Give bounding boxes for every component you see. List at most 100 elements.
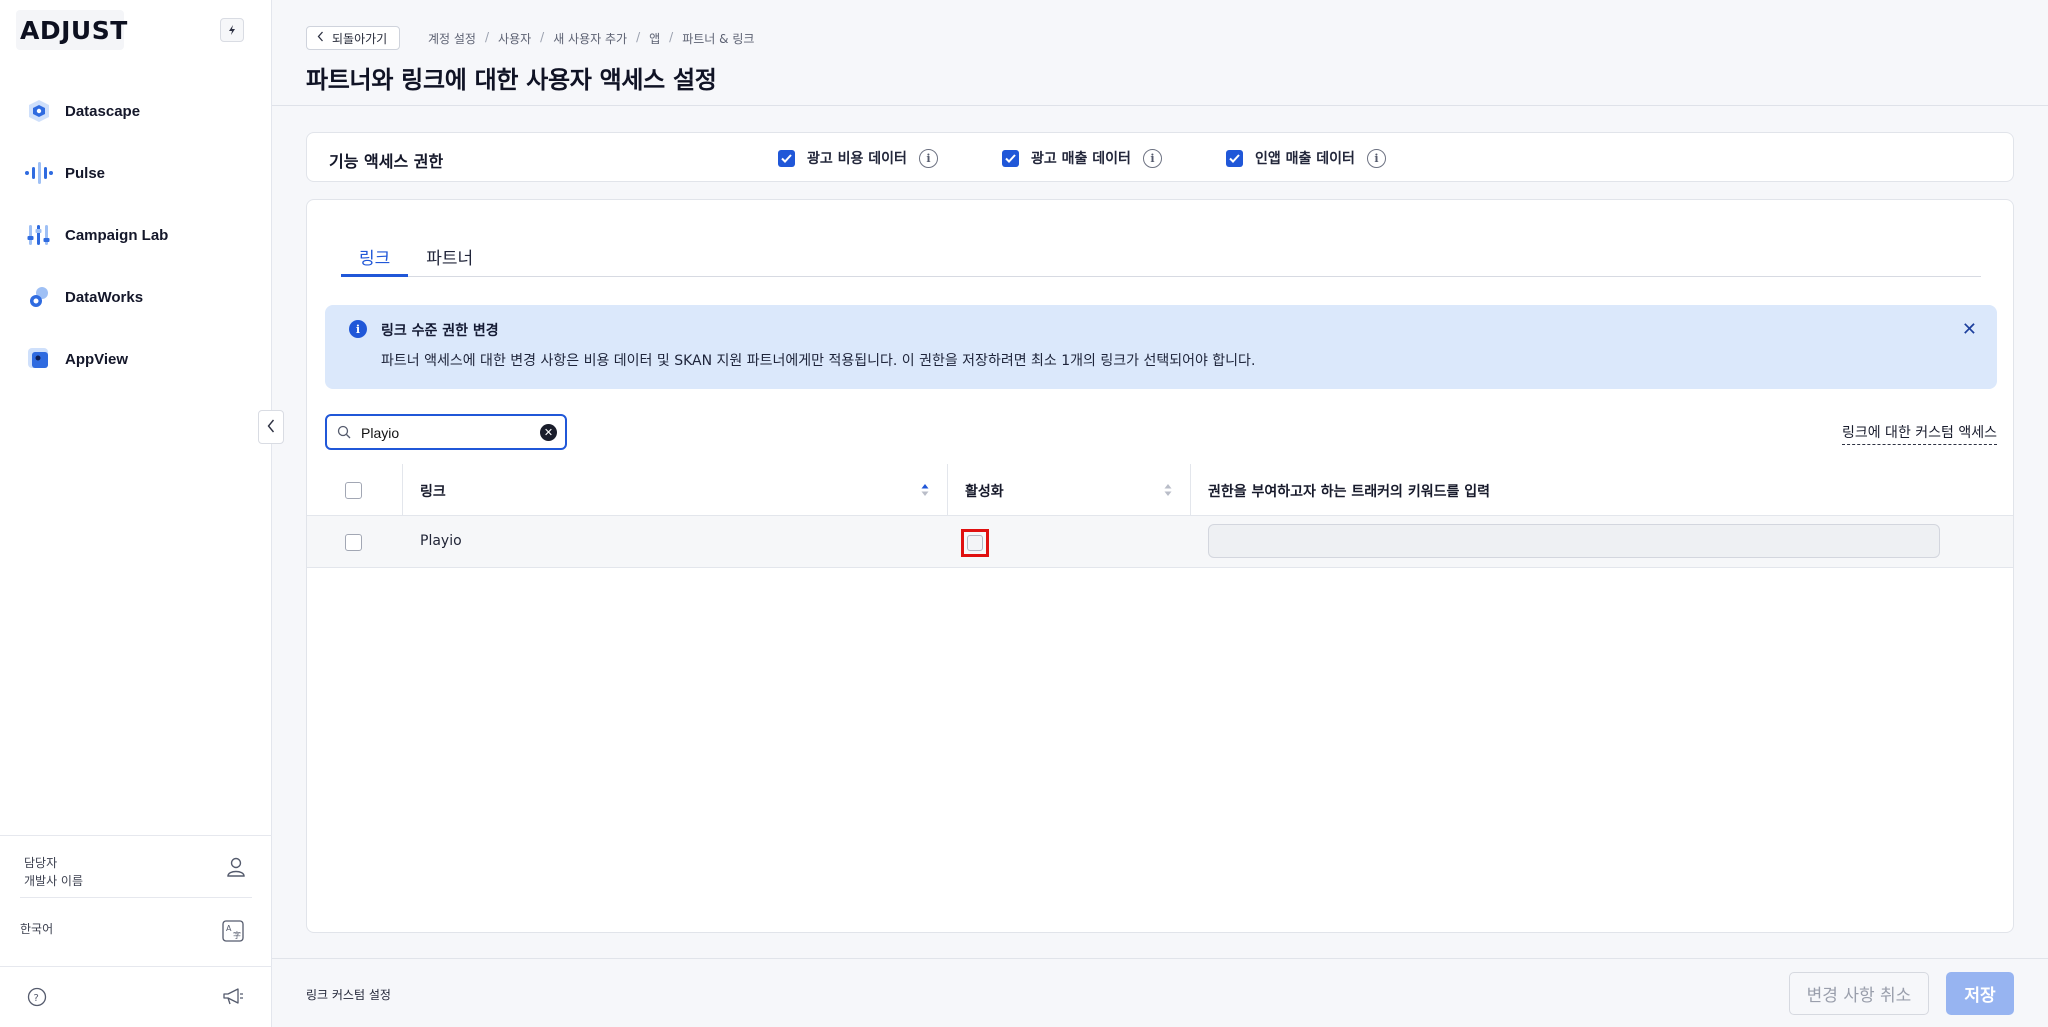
divider bbox=[0, 966, 272, 967]
adjust-logo[interactable]: ADJUST bbox=[16, 10, 127, 50]
svg-text:A: A bbox=[226, 924, 232, 933]
breadcrumb-item[interactable]: 새 사용자 추가 bbox=[553, 30, 627, 47]
column-header-link[interactable]: 링크 bbox=[420, 481, 446, 501]
user-block[interactable]: 담당자 개발사 이름 bbox=[20, 836, 252, 898]
link-name: Playio bbox=[420, 533, 462, 549]
feature-option-label: 인앱 매출 데이터 bbox=[1255, 151, 1355, 167]
close-icon[interactable]: ✕ bbox=[1962, 319, 1977, 340]
sidebar-footer: 담당자 개발사 이름 bbox=[0, 835, 272, 898]
bolt-icon[interactable] bbox=[220, 18, 244, 42]
sidebar-item-label: Datascape bbox=[65, 102, 141, 120]
info-icon: i bbox=[349, 320, 367, 338]
search-input[interactable] bbox=[361, 422, 521, 444]
row-select-checkbox[interactable] bbox=[345, 534, 362, 551]
user-role: 담당자 bbox=[24, 856, 58, 870]
back-button[interactable]: 되돌아가기 bbox=[306, 26, 401, 50]
back-label: 되돌아가기 bbox=[332, 31, 388, 46]
feature-option-inapp-revenue[interactable]: 인앱 매출 데이터 i bbox=[1226, 148, 1386, 168]
dataworks-icon bbox=[24, 282, 54, 312]
user-org: 개발사 이름 bbox=[24, 874, 84, 888]
help-icon[interactable]: ? bbox=[27, 987, 47, 1011]
links-table: 링크 활성화 권한을 부여하고자 하는 트래커의 키워드를 입력 Playio bbox=[307, 464, 2013, 568]
cancel-label: 변경 사항 취소 bbox=[1806, 986, 1912, 1006]
page-footer: 링크 커스텀 설정 변경 사항 취소 저장 bbox=[272, 958, 2048, 1027]
sidebar-nav: Datascape Pulse Campaign Lab DataWorks A… bbox=[24, 80, 254, 390]
tab-bar: 링크 파트너 bbox=[341, 244, 1981, 277]
sort-icon[interactable] bbox=[921, 482, 929, 498]
save-label: 저장 bbox=[1964, 986, 1996, 1006]
link-access-card: 링크 파트너 i 링크 수준 권한 변경 파트너 액세스에 대한 변경 사항은 … bbox=[306, 199, 2014, 933]
feature-option-label: 광고 매출 데이터 bbox=[1031, 151, 1131, 167]
info-icon[interactable]: i bbox=[918, 148, 938, 168]
sidebar: ADJUST Datascape Pulse Campaign Lab Data… bbox=[0, 0, 272, 1027]
column-header-active[interactable]: 활성화 bbox=[965, 481, 1004, 501]
tab-partners[interactable]: 파트너 bbox=[408, 244, 491, 277]
sidebar-item-label: DataWorks bbox=[65, 288, 144, 306]
cancel-button[interactable]: 변경 사항 취소 bbox=[1789, 972, 1929, 1015]
checkbox-checked[interactable] bbox=[778, 149, 795, 167]
footer-label: 링크 커스텀 설정 bbox=[306, 988, 391, 1002]
table-row: Playio bbox=[307, 516, 2013, 568]
breadcrumb-separator: / bbox=[540, 30, 545, 44]
table-header: 링크 활성화 권한을 부여하고자 하는 트래커의 키워드를 입력 bbox=[307, 464, 2013, 516]
feature-option-label: 광고 비용 데이터 bbox=[807, 151, 907, 167]
translate-icon[interactable]: A字 bbox=[222, 920, 244, 946]
sidebar-collapse-button[interactable] bbox=[258, 410, 284, 444]
svg-text:?: ? bbox=[34, 993, 39, 1004]
breadcrumb-item: 파트너 & 링크 bbox=[682, 32, 755, 46]
sidebar-item-datascape[interactable]: Datascape bbox=[24, 80, 254, 142]
svg-text:字: 字 bbox=[233, 930, 241, 940]
checkbox-checked[interactable] bbox=[1226, 149, 1243, 167]
page-title: 파트너와 링크에 대한 사용자 액세스 설정 bbox=[306, 66, 717, 94]
sidebar-item-label: AppView bbox=[65, 350, 129, 368]
select-all-checkbox[interactable] bbox=[345, 482, 362, 499]
language-label[interactable]: 한국어 bbox=[20, 920, 53, 937]
tab-label: 파트너 bbox=[426, 249, 474, 269]
banner-body: 파트너 액세스에 대한 변경 사항은 비용 데이터 및 SKAN 지원 파트너에… bbox=[381, 353, 1256, 369]
breadcrumb: 계정 설정 / 사용자 / 새 사용자 추가 / 앱 / 파트너 & 링크 bbox=[428, 30, 754, 47]
column-header-keywords: 권한을 부여하고자 하는 트래커의 키워드를 입력 bbox=[1208, 484, 1490, 500]
breadcrumb-item[interactable]: 앱 bbox=[649, 30, 660, 47]
campaign-lab-icon bbox=[24, 220, 54, 250]
sidebar-item-appview[interactable]: AppView bbox=[24, 328, 254, 390]
info-icon[interactable]: i bbox=[1366, 148, 1386, 168]
user-icon[interactable] bbox=[226, 856, 246, 882]
sort-icon[interactable] bbox=[1164, 482, 1172, 498]
breadcrumb-item[interactable]: 계정 설정 bbox=[428, 30, 476, 47]
keyword-input[interactable] bbox=[1208, 524, 1940, 558]
search-icon bbox=[337, 424, 351, 443]
sidebar-item-dataworks[interactable]: DataWorks bbox=[24, 266, 254, 328]
active-checkbox-highlight[interactable] bbox=[961, 529, 989, 557]
info-banner: i 링크 수준 권한 변경 파트너 액세스에 대한 변경 사항은 비용 데이터 … bbox=[325, 305, 1997, 389]
breadcrumb-separator: / bbox=[484, 30, 490, 44]
breadcrumb-item[interactable]: 사용자 bbox=[498, 30, 531, 47]
info-icon[interactable]: i bbox=[1142, 148, 1162, 168]
breadcrumb-separator: / bbox=[636, 30, 641, 44]
breadcrumb-separator: / bbox=[669, 30, 674, 44]
feature-option-ad-revenue[interactable]: 광고 매출 데이터 i bbox=[1002, 148, 1162, 168]
page-header: 되돌아가기 계정 설정 / 사용자 / 새 사용자 추가 / 앱 / 파트너 &… bbox=[272, 0, 2048, 106]
appview-icon bbox=[24, 344, 54, 374]
checkbox-checked[interactable] bbox=[1002, 149, 1019, 167]
banner-title: 링크 수준 권한 변경 bbox=[381, 323, 499, 339]
feature-access-title: 기능 액세스 권한 bbox=[329, 152, 444, 171]
search-field[interactable]: ✕ bbox=[325, 414, 567, 450]
custom-link-access-link[interactable]: 링크에 대한 커스텀 액세스 bbox=[1841, 422, 1997, 445]
tab-label: 링크 bbox=[359, 249, 391, 269]
sidebar-item-label: Pulse bbox=[65, 164, 106, 182]
datascape-icon bbox=[24, 96, 54, 126]
tab-links[interactable]: 링크 bbox=[341, 244, 409, 277]
save-button[interactable]: 저장 bbox=[1946, 972, 2014, 1015]
feature-access-card: 기능 액세스 권한 광고 비용 데이터 i 광고 매출 데이터 i 인앱 매출 … bbox=[306, 132, 2014, 182]
logo-text: ADJUST bbox=[20, 15, 128, 45]
sidebar-item-pulse[interactable]: Pulse bbox=[24, 142, 254, 204]
sidebar-item-campaign-lab[interactable]: Campaign Lab bbox=[24, 204, 254, 266]
sidebar-item-label: Campaign Lab bbox=[65, 226, 169, 244]
chevron-left-icon bbox=[317, 31, 324, 45]
pulse-icon bbox=[24, 158, 54, 188]
active-checkbox[interactable] bbox=[967, 535, 983, 551]
megaphone-icon[interactable] bbox=[222, 986, 244, 1010]
chevron-left-icon bbox=[267, 418, 275, 437]
feature-option-ad-spend[interactable]: 광고 비용 데이터 i bbox=[778, 148, 938, 168]
clear-search-icon[interactable]: ✕ bbox=[540, 424, 557, 441]
